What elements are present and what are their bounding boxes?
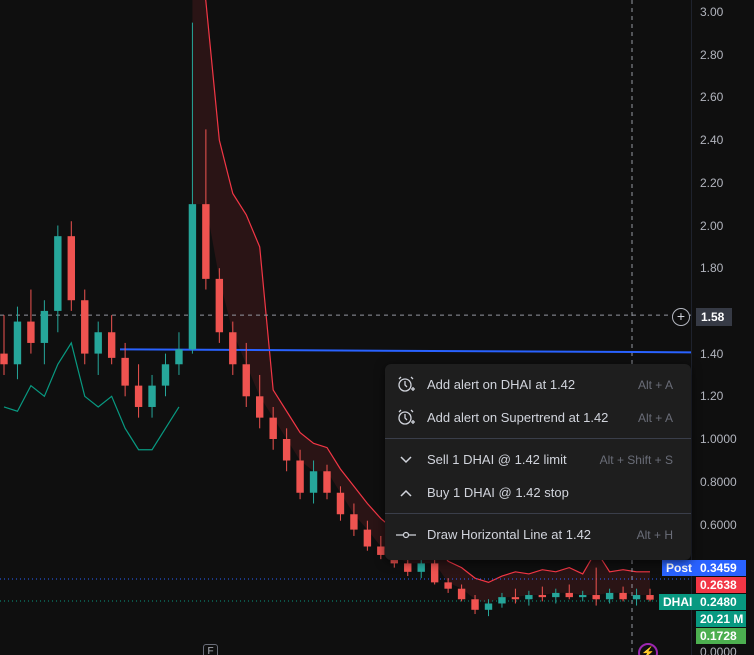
alarm-plus-icon <box>395 374 417 396</box>
price-tick-label: 2.00 <box>700 218 724 233</box>
candle-body <box>215 278 224 333</box>
price-tick-label: 1.40 <box>700 346 724 361</box>
candle-body <box>13 321 22 365</box>
add-plus-button[interactable]: + <box>672 308 690 326</box>
horizontal-drawing-line <box>119 348 691 354</box>
price-tick-label: 0.0000 <box>700 645 737 655</box>
symbol-tag: DHAI <box>659 594 697 610</box>
candle-body <box>350 514 358 530</box>
candle-body <box>107 332 116 358</box>
candle-body <box>175 349 183 365</box>
candle-body <box>323 471 331 493</box>
candle-body <box>148 385 156 407</box>
candle-body <box>430 563 439 583</box>
last-price-label: 0.2480 <box>696 594 746 610</box>
chevron-up-icon <box>395 482 417 504</box>
candle-body <box>336 492 345 515</box>
horizontal-line-icon <box>395 524 417 546</box>
menu-item-draw-horizontal-line[interactable]: Draw Horizontal Line at 1.42 Alt + H <box>385 518 691 551</box>
price-tick-label: 1.20 <box>700 389 724 404</box>
candle-body <box>27 321 35 343</box>
candle-body <box>188 204 197 350</box>
menu-item-shortcut: Alt + A <box>637 410 673 425</box>
candle-body <box>592 595 600 600</box>
candle-body <box>619 592 627 600</box>
price-tick-label: 3.00 <box>700 5 724 19</box>
candle-body <box>525 595 533 600</box>
candle-body <box>121 357 129 386</box>
menu-separator <box>385 438 691 439</box>
candle-body <box>363 529 372 547</box>
menu-item-label: Buy 1 DHAI @ 1.42 stop <box>427 485 569 500</box>
candle-body <box>565 592 573 598</box>
menu-separator <box>385 513 691 514</box>
price-tick-label: 1.80 <box>700 261 724 276</box>
menu-item-label: Draw Horizontal Line at 1.42 <box>427 527 592 542</box>
post-market-tag: Post <box>662 560 697 576</box>
candle-body <box>67 236 75 301</box>
financials-event-icon[interactable]: F <box>203 644 218 655</box>
low-price-label: 0.1728 <box>696 628 746 644</box>
price-tick-label: 2.80 <box>700 47 724 62</box>
candle-body <box>134 385 143 407</box>
candle-body <box>309 471 318 493</box>
chevron-down-icon <box>395 449 417 471</box>
price-tick-label: 0.6000 <box>700 518 737 532</box>
menu-item-buy-stop[interactable]: Buy 1 DHAI @ 1.42 stop <box>385 476 691 509</box>
menu-item-label: Add alert on DHAI at 1.42 <box>427 377 576 392</box>
candle-body <box>269 417 277 439</box>
high-price-label: 0.2638 <box>696 577 746 593</box>
price-tick-label: 1.0000 <box>700 432 737 446</box>
price-tick-label: 2.20 <box>700 175 724 190</box>
candle-body <box>444 582 452 589</box>
candle-body <box>646 595 654 600</box>
candle-body <box>552 592 560 598</box>
candle-body <box>417 563 425 572</box>
candle-body <box>471 599 479 610</box>
menu-item-shortcut: Alt + Shift + S <box>599 452 673 467</box>
candle-body <box>377 546 385 555</box>
candle-body <box>632 595 641 600</box>
price-tick-label: 0.8000 <box>700 475 737 489</box>
candle-body <box>256 396 264 418</box>
candle-body <box>484 603 493 610</box>
menu-item-label: Sell 1 DHAI @ 1.42 limit <box>427 452 567 467</box>
candle-body <box>457 588 466 600</box>
menu-item-sell-limit[interactable]: Sell 1 DHAI @ 1.42 limit Alt + Shift + S <box>385 443 691 476</box>
candle-body <box>242 364 250 397</box>
candle-body <box>161 364 170 386</box>
candle-body <box>579 595 587 598</box>
post-price-label: 0.3459 <box>696 560 746 576</box>
menu-item-label: Add alert on Supertrend at 1.42 <box>427 410 609 425</box>
candle-body <box>54 236 62 311</box>
candle-body <box>40 310 49 343</box>
candle-body <box>511 597 520 600</box>
candle-body <box>605 592 614 600</box>
candle-body <box>498 597 506 604</box>
candle-body <box>538 595 547 598</box>
price-tick-label: 2.60 <box>700 90 724 105</box>
menu-item-shortcut: Alt + H <box>636 527 673 542</box>
candle-body <box>229 332 237 365</box>
candle-body <box>81 300 89 354</box>
crosshair-price-label: 1.58 <box>696 308 732 326</box>
candle-body <box>202 204 210 279</box>
menu-item-add-alert-symbol[interactable]: Add alert on DHAI at 1.42 Alt + A <box>385 368 691 401</box>
menu-item-add-alert-supertrend[interactable]: Add alert on Supertrend at 1.42 Alt + A <box>385 401 691 434</box>
volume-label: 20.21 M <box>696 611 746 627</box>
price-axis[interactable]: 3.00 2.80 2.60 2.40 2.20 2.00 1.80 1.40 1.20 1.00… <box>691 0 754 655</box>
candle-body <box>296 460 304 493</box>
alarm-plus-icon <box>395 407 417 429</box>
menu-item-shortcut: Alt + A <box>637 377 673 392</box>
price-tick-label: 2.40 <box>700 133 724 148</box>
candle-body <box>0 353 8 365</box>
candle-body <box>282 439 291 461</box>
candle-body <box>404 563 412 572</box>
context-menu: Add alert on DHAI at 1.42 Alt + A Add al… <box>385 364 691 560</box>
candle-body <box>94 332 102 354</box>
